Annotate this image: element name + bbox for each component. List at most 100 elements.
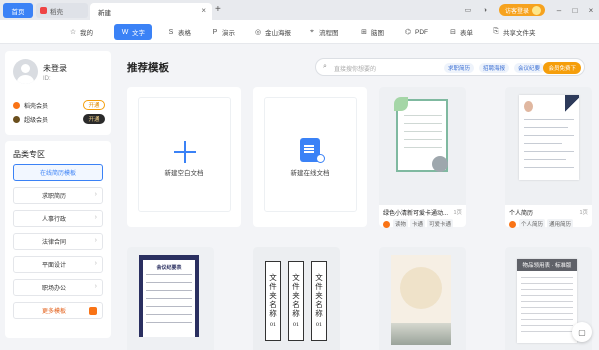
text-line	[524, 143, 562, 144]
tool-table[interactable]: S 表格	[162, 24, 196, 40]
close-tab-icon[interactable]: ×	[201, 6, 206, 15]
new-blank-doc-label: 新建空白文档	[164, 170, 204, 177]
template-card[interactable]: 文件夹名称 01 文件夹名称 01 文件夹名称 01	[253, 247, 340, 350]
category-label: 法律合同	[42, 240, 67, 246]
meeting-header: 会议纪要表	[156, 265, 182, 271]
user-id: ID:	[43, 76, 51, 82]
folder-char: 文	[269, 272, 277, 282]
folder-char: 名	[292, 299, 300, 309]
resume-photo	[524, 101, 533, 112]
template-pages: 1页	[453, 210, 462, 216]
tool-word[interactable]: W 文字	[114, 24, 152, 40]
minimize-icon[interactable]: –	[551, 6, 567, 15]
share-folder-icon: ⎘	[493, 28, 499, 35]
folder-char: 文	[315, 272, 323, 282]
user-card: 未登录 ID: 稻壳会员 开通 超级会员 开通	[5, 51, 111, 135]
tag[interactable]: 卡通	[410, 219, 426, 229]
tag[interactable]: 通用简历	[547, 219, 574, 229]
category-item-contract[interactable]: 法律合同 ›	[13, 233, 103, 250]
folder-char: 件	[315, 281, 323, 291]
category-title: 品类专区	[13, 150, 45, 159]
form-icon: ⊟	[450, 29, 456, 36]
template-pages: 1页	[579, 210, 588, 216]
search-icon: ⌕	[323, 63, 327, 70]
folder-label-strip: 文件夹名称 01	[311, 261, 327, 341]
tool-label: 流程图	[319, 30, 339, 37]
template-title: 绿色小清新可爱卡通动...	[383, 211, 449, 217]
chat-icon[interactable]: ▢	[572, 322, 592, 342]
table-row-line	[521, 331, 573, 332]
tag[interactable]: 读物	[393, 219, 409, 229]
tab-new[interactable]: 新建 ×	[90, 3, 212, 20]
chevron-right-icon: ›	[94, 237, 97, 244]
tool-pdf[interactable]: ⌬ PDF	[399, 24, 433, 40]
grid-line	[146, 322, 192, 323]
resume-preview	[519, 95, 579, 180]
tool-share-folder[interactable]: ⎘ 共享文件夹	[487, 24, 541, 40]
vip-row-daoke: 稻壳会员 开通	[13, 100, 105, 111]
search-chip[interactable]: 会议纪要	[514, 63, 545, 73]
category-label: 平面设计	[42, 263, 67, 269]
folder-char: 夹	[292, 290, 300, 300]
plus-icon	[174, 141, 196, 163]
theme-icon[interactable]: ◑	[478, 3, 492, 17]
open-daoke-vip-button[interactable]: 开通	[83, 100, 105, 110]
text-line	[404, 123, 442, 124]
user-avatar[interactable]	[13, 59, 38, 84]
open-super-vip-button[interactable]: 开通	[83, 114, 105, 124]
category-item-resume[interactable]: 求职简历 ›	[13, 187, 103, 204]
tool-mindmap[interactable]: ⊞ 脑图	[355, 24, 389, 40]
login-button[interactable]: 访客登录	[498, 4, 545, 16]
template-card[interactable]: 个人简历 1页 个人简历 通用简历	[505, 87, 592, 229]
window-controls: ▭ ◑ 访客登录 – □ ×	[461, 0, 599, 20]
template-tags: 读物 卡通 可爱卡通	[383, 219, 455, 229]
template-card[interactable]: 会议纪要表	[127, 247, 214, 350]
text-line	[404, 139, 442, 140]
green-cartoon-doc-preview	[394, 97, 448, 172]
grid-line	[146, 306, 192, 307]
tool-form[interactable]: ⊟ 表单	[444, 24, 478, 40]
chevron-right-icon: ›	[94, 191, 97, 198]
presentation-icon: P	[212, 28, 218, 36]
search-chip[interactable]: 求职简历	[444, 63, 475, 73]
new-online-doc-card[interactable]: 新建在线文档	[253, 87, 367, 227]
folder-char: 名	[315, 299, 323, 309]
tab-daoke[interactable]: 稻壳	[36, 3, 88, 18]
tool-presentation[interactable]: P 演示	[206, 24, 240, 40]
close-window-icon[interactable]: ×	[583, 6, 599, 15]
tool-my[interactable]: ☆ 我的	[64, 24, 98, 40]
category-item-more[interactable]: 更多模板	[13, 302, 103, 319]
category-item-online-resume[interactable]: 在线简历模板	[13, 164, 103, 181]
tab-list-icon[interactable]: ▭	[461, 3, 475, 17]
tool-flowchart[interactable]: ⌖ 流程图	[303, 24, 344, 40]
search-bar[interactable]: ⌕ 直接搜你想要的 求职简历 招聘海报 会议纪要 会员免费下	[315, 58, 585, 76]
more-templates-icon	[89, 307, 97, 315]
search-input[interactable]: 直接搜你想要的	[334, 64, 376, 73]
text-line	[524, 135, 574, 136]
tool-poster[interactable]: ◎ 金山海报	[249, 24, 296, 40]
template-thumbnail	[379, 87, 466, 205]
folder-char: 称	[292, 308, 300, 318]
search-chip[interactable]: 招聘海报	[479, 63, 510, 73]
landscape-decoration	[391, 323, 451, 345]
vip-free-download-button[interactable]: 会员免费下	[543, 62, 581, 74]
template-card[interactable]	[379, 247, 466, 350]
category-item-hr[interactable]: 人事行政 ›	[13, 210, 103, 227]
add-tab-icon[interactable]: +	[215, 4, 221, 15]
category-label: 更多模板	[42, 309, 67, 315]
table-row-line	[521, 301, 573, 302]
template-thumbnail: 文件夹名称 01 文件夹名称 01 文件夹名称 01	[253, 247, 340, 350]
tag[interactable]: 可爱卡通	[427, 219, 454, 229]
chevron-right-icon: ›	[94, 283, 97, 290]
user-name[interactable]: 未登录	[43, 63, 67, 74]
blank-doc-preview	[138, 97, 231, 212]
category-item-design[interactable]: 平面设计 ›	[13, 256, 103, 273]
template-card[interactable]: 绿色小清新可爱卡通动... 1页 读物 卡通 可爱卡通	[379, 87, 466, 229]
category-panel: 品类专区 在线简历模板 求职简历 › 人事行政 › 法律合同 › 平面设计 › 职场办公…	[5, 141, 111, 338]
tab-home[interactable]: 首页	[3, 3, 33, 18]
maximize-icon[interactable]: □	[567, 6, 583, 15]
new-blank-doc-card[interactable]: 新建空白文档	[127, 87, 241, 227]
title-bar: 首页 稻壳 新建 × + ▭ ◑ 访客登录 – □ ×	[0, 0, 599, 20]
tag[interactable]: 个人简历	[519, 219, 546, 229]
category-item-office[interactable]: 职场办公 ›	[13, 279, 103, 296]
